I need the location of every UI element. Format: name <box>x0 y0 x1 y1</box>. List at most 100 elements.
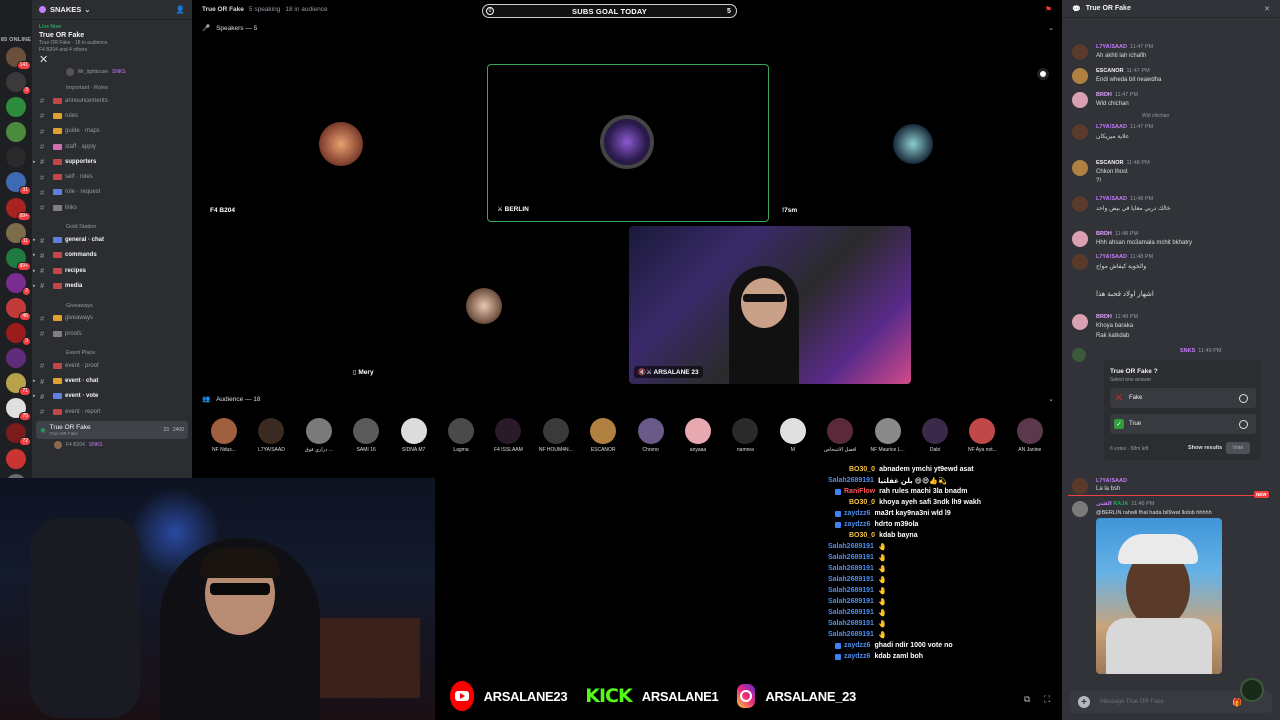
channel-item[interactable]: ▸ # event · chat <box>32 373 192 388</box>
channel-item[interactable]: # event · proof <box>32 358 192 373</box>
channel-item[interactable]: ▸ # recipes <box>32 263 192 278</box>
server-icon[interactable]: 3 <box>6 72 31 96</box>
category-important[interactable]: Important · Roles <box>32 76 192 93</box>
server-icon[interactable]: 71 <box>6 373 31 397</box>
server-icon[interactable]: 31 <box>6 172 31 196</box>
channel-item[interactable]: ▸ # media <box>32 278 192 293</box>
chevron-down-icon[interactable]: ⌄ <box>1048 24 1054 32</box>
poll-option-true[interactable]: ✓ True <box>1110 414 1256 434</box>
server-icon[interactable]: 99+ <box>6 197 31 221</box>
server-icon[interactable]: 2 <box>6 272 31 296</box>
channel-item[interactable]: # staff · apply <box>32 139 192 154</box>
channel-item[interactable]: # self · roles <box>32 169 192 184</box>
audience-member[interactable]: F4 ISSLAAM <box>484 418 532 453</box>
audience-member[interactable]: namrea <box>721 418 769 453</box>
live-member[interactable]: Mr_lighttouse SNKS <box>32 66 192 76</box>
radio-button[interactable] <box>1239 393 1248 403</box>
speaker-tile[interactable]: ⚔ BERLIN <box>487 64 769 222</box>
speaker-tile[interactable]: !7sm <box>773 64 1055 222</box>
stage-member[interactable]: F4 B204 SNKS <box>32 439 192 450</box>
add-attachment-icon[interactable]: + <box>1078 696 1090 708</box>
server-icon[interactable]: 46 <box>6 297 31 321</box>
audience-member[interactable]: Dabi <box>911 418 959 453</box>
server-icon[interactable]: 72 <box>6 423 31 447</box>
invite-icon[interactable]: ⚑ <box>1045 5 1052 14</box>
attached-image[interactable] <box>1096 518 1222 674</box>
channel-item[interactable]: # giveaways <box>32 311 192 326</box>
channel-item[interactable]: # announcements <box>32 93 192 108</box>
channel-item[interactable]: ▸ # general · chat <box>32 232 192 247</box>
radio-button[interactable] <box>1239 419 1248 429</box>
live-stage-card[interactable]: Live Now True OR Fake True OR Fake · 18 … <box>32 20 192 53</box>
stage-channel-item[interactable]: ◉ True OR Fake True OR Fake 23 2400 <box>36 421 188 440</box>
hash-icon: # <box>40 407 45 417</box>
channel-item[interactable]: ▸ # event · vote <box>32 389 192 404</box>
audience-member[interactable]: Lagma <box>437 418 485 453</box>
fullscreen-icon[interactable]: ⛶ <box>1044 694 1050 705</box>
unread-badge: 11 <box>19 236 31 246</box>
audience-member[interactable]: M <box>769 418 817 453</box>
server-icon[interactable]: 75 <box>6 398 31 422</box>
message-timestamp: 11:48 PM <box>1129 196 1154 202</box>
avatar <box>969 418 996 444</box>
server-icon[interactable] <box>6 448 26 469</box>
channel-item[interactable]: # guide · maps <box>32 124 192 139</box>
channel-item[interactable]: # event · report <box>32 404 192 419</box>
server-icon[interactable] <box>6 348 26 369</box>
close-icon[interactable]: ✕ <box>1264 5 1270 13</box>
channel-item[interactable]: # links <box>32 200 192 215</box>
channel-item[interactable]: ▸ # supporters <box>32 154 192 169</box>
x-icon: ✕ <box>1114 392 1124 404</box>
channel-item[interactable]: ▸ # commands <box>32 248 192 263</box>
poll-option-fake[interactable]: ✕ Fake <box>1110 388 1256 408</box>
channel-item[interactable]: # proofs <box>32 326 192 341</box>
audience-header[interactable]: 👥 Audience — 18 ⌄ <box>192 392 1062 406</box>
server-icon[interactable]: 3 <box>6 323 31 347</box>
chat-message: Salah2689191 🤚 <box>828 596 1063 607</box>
audience-member[interactable]: anyaaa <box>674 418 722 453</box>
audience-member[interactable]: SIDNA M7 <box>390 418 438 453</box>
server-icon[interactable] <box>6 122 26 143</box>
message-text: علاية ميريكان <box>1096 134 1130 140</box>
server-icon[interactable] <box>6 97 26 118</box>
audience-member[interactable]: افضل الاشخاص <box>816 418 864 453</box>
speaker-tile[interactable]: F4 B204 <box>201 64 483 222</box>
server-icon[interactable]: 99+ <box>6 247 31 271</box>
channel-item[interactable]: # role · request <box>32 185 192 200</box>
unread-badge: 3 <box>22 337 31 347</box>
close-icon[interactable]: ✕ <box>32 50 55 66</box>
audience-member[interactable]: L7YA!SAAD <box>247 418 295 453</box>
audience-member[interactable]: NF Maurice L... <box>864 418 912 453</box>
audience-member[interactable]: NF HOUM4N... <box>532 418 580 453</box>
category-gold-station[interactable]: Gold Station <box>32 215 192 232</box>
audience-member[interactable]: Chrono <box>627 418 675 453</box>
audience-member[interactable]: NF Ndus... <box>200 418 248 453</box>
speaker-name: ▯ Mery <box>349 366 378 378</box>
chat-text: 🤚 <box>877 620 887 628</box>
category-event-place[interactable]: Event Place <box>32 341 192 358</box>
speakers-header[interactable]: 🎤 Speakers — 5 ⌄ <box>192 18 1062 38</box>
server-icon[interactable]: 11 <box>6 222 31 246</box>
channel-item[interactable]: # rules <box>32 108 192 123</box>
show-results-button[interactable]: Show results <box>1188 445 1222 451</box>
audience-member[interactable]: ESCANOR <box>579 418 627 453</box>
category-giveaways[interactable]: Giveaways <box>32 294 192 311</box>
vote-button[interactable]: Vote <box>1226 442 1250 454</box>
audience-member[interactable]: دراري فوق ... <box>295 418 343 453</box>
gift-icon[interactable]: 🎁 <box>1232 698 1242 707</box>
avatar <box>400 418 427 444</box>
server-icon[interactable]: 141 <box>6 47 31 70</box>
popout-icon[interactable]: ⧉ <box>1024 694 1030 705</box>
audience-member[interactable]: SAMI 16 <box>342 418 390 453</box>
settings-icon[interactable] <box>1037 68 1049 80</box>
server-icon[interactable] <box>6 147 26 168</box>
goal-start: 0 <box>486 7 494 15</box>
chat-username: zaydzz6 <box>844 510 871 517</box>
server-header[interactable]: SNAKES ⌄ 👤 <box>32 0 192 20</box>
speaker-tile[interactable]: ▯ Mery <box>344 226 626 384</box>
chevron-down-icon[interactable]: ⌄ <box>1048 395 1054 403</box>
members-icon[interactable]: 👤 <box>176 5 185 14</box>
speaker-video-tile[interactable]: 🔇⚔ ARSALANE 23 <box>629 226 911 384</box>
audience-member[interactable]: AN Janine <box>1006 418 1054 453</box>
audience-member[interactable]: NF Aya not... <box>958 418 1006 453</box>
